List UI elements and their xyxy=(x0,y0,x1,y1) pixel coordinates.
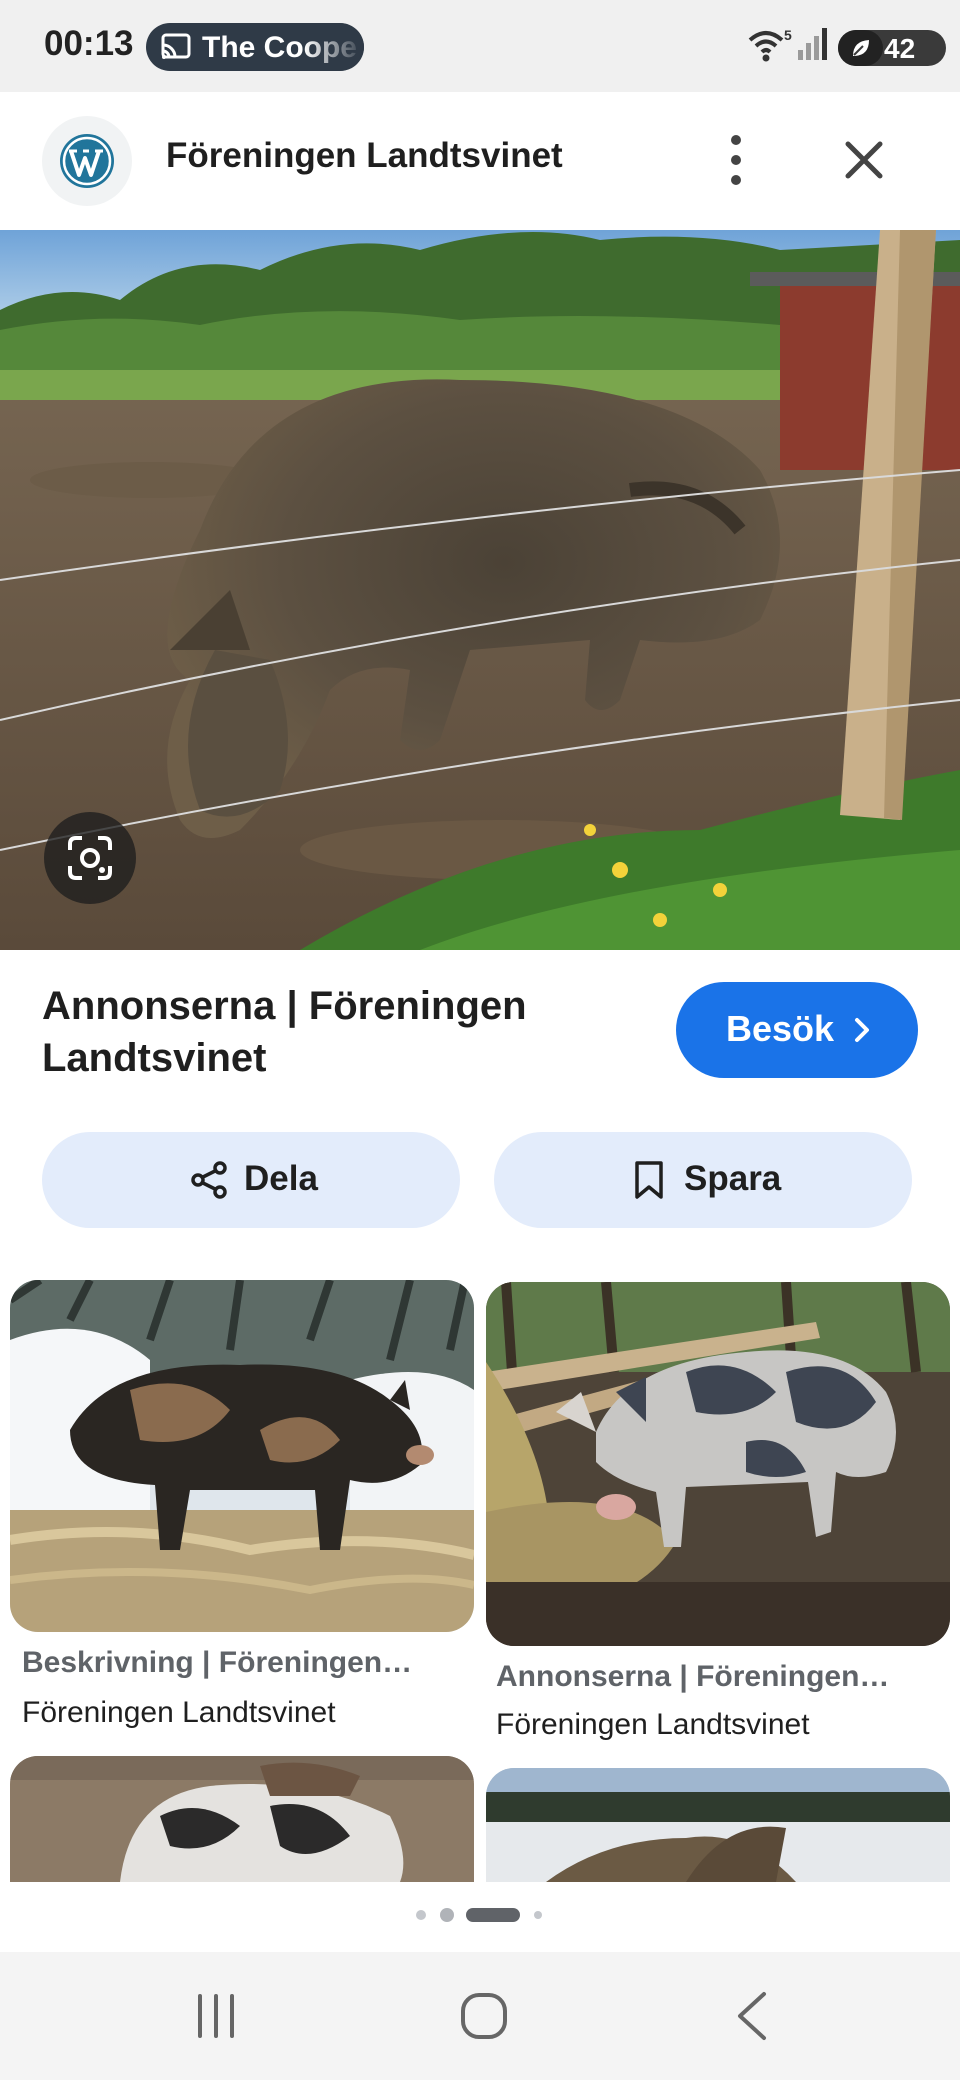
battery-indicator: 42 xyxy=(838,30,946,66)
related-image-1[interactable] xyxy=(10,1280,474,1632)
save-label: Spara xyxy=(684,1159,782,1198)
share-button[interactable]: Dela xyxy=(42,1132,460,1228)
share-icon xyxy=(191,1161,227,1199)
chevron-right-icon xyxy=(855,1018,869,1042)
navigation-bar xyxy=(0,1952,960,2080)
pig-in-winter-field-image xyxy=(486,1768,950,1882)
visit-button[interactable]: Besök xyxy=(676,982,918,1078)
status-bar: 00:13 The Coope 5 42 xyxy=(0,0,960,92)
pigs-in-mud-image xyxy=(10,1756,474,1882)
pager-dot-2[interactable] xyxy=(440,1908,454,1922)
spotted-pig-image xyxy=(486,1282,950,1646)
site-logo[interactable] xyxy=(42,116,132,206)
clock: 00:13 xyxy=(44,24,134,63)
related-image-4[interactable] xyxy=(486,1768,950,1882)
wifi-icon: 5 xyxy=(748,27,792,62)
result-image[interactable] xyxy=(0,230,960,950)
wordpress-icon xyxy=(60,134,114,188)
lens-icon xyxy=(68,836,112,880)
site-title: Föreningen Landtsvinet xyxy=(166,136,563,175)
close-icon[interactable] xyxy=(838,134,890,186)
power-saving-icon xyxy=(853,40,869,56)
more-vertical-icon[interactable] xyxy=(712,130,760,190)
related-source-2: Föreningen Landtsvinet xyxy=(496,1708,810,1741)
pager-dot-active[interactable] xyxy=(466,1908,520,1922)
pager-dot-1[interactable] xyxy=(416,1910,426,1920)
related-image-2[interactable] xyxy=(486,1282,950,1646)
result-header: Föreningen Landtsvinet xyxy=(0,92,960,230)
pager-dot-4[interactable] xyxy=(534,1911,542,1919)
bookmark-icon xyxy=(635,1161,663,1199)
related-image-3[interactable] xyxy=(10,1756,474,1882)
signal-icon xyxy=(798,28,827,60)
cast-fade xyxy=(304,23,364,71)
related-caption-1[interactable]: Beskrivning | Föreningen… xyxy=(22,1646,412,1680)
cast-chip[interactable]: The Coope xyxy=(146,23,364,71)
related-source-1: Föreningen Landtsvinet xyxy=(22,1696,336,1729)
cast-icon xyxy=(161,33,191,59)
recent-apps-icon[interactable] xyxy=(186,1986,246,2046)
result-title[interactable]: Annonserna | Föreningen Landtsvinet xyxy=(42,980,642,1084)
wifi-badge: 5 xyxy=(784,27,792,43)
back-icon[interactable] xyxy=(724,1986,784,2046)
save-button[interactable]: Spara xyxy=(494,1132,912,1228)
pager-dots xyxy=(0,1900,960,1932)
home-icon[interactable] xyxy=(454,1986,514,2046)
visit-label: Besök xyxy=(726,1008,835,1049)
pig-in-snow-image xyxy=(10,1280,474,1632)
battery-percent: 42 xyxy=(884,33,916,64)
google-lens-button[interactable] xyxy=(44,812,136,904)
related-caption-2[interactable]: Annonserna | Föreningen… xyxy=(496,1660,889,1694)
share-label: Dela xyxy=(244,1159,318,1198)
pig-in-field-image xyxy=(0,230,960,950)
